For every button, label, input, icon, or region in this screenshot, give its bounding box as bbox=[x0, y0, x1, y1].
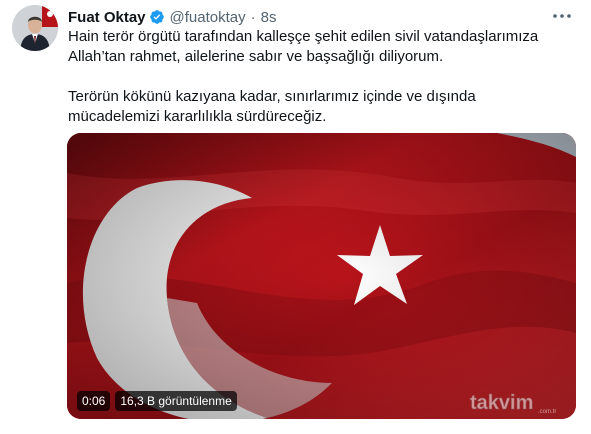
turkish-flag-image bbox=[67, 133, 576, 419]
video-duration: 0:06 bbox=[77, 391, 111, 411]
author-name[interactable]: Fuat Oktay bbox=[68, 9, 146, 26]
svg-text:takvim: takvim bbox=[470, 392, 533, 414]
tweet-text: Hain terör örgütü tarafından kalleşçe şe… bbox=[68, 27, 568, 127]
separator-dot: · bbox=[250, 8, 256, 26]
author-avatar[interactable] bbox=[12, 5, 58, 51]
video-player[interactable]: 0:06 16,3 B görüntülenme takvim .com.tr bbox=[67, 133, 576, 419]
tweet-header: Fuat Oktay @fuatoktay · 8s bbox=[68, 7, 276, 27]
takvim-watermark: takvim .com.tr bbox=[466, 389, 574, 417]
more-icon[interactable] bbox=[551, 8, 573, 24]
avatar-image bbox=[12, 5, 58, 51]
tweet-card[interactable]: Fuat Oktay @fuatoktay · 8s Hain terör ör… bbox=[0, 0, 591, 434]
tweet-paragraph-2: Terörün kökünü kazıyana kadar, sınırları… bbox=[68, 88, 476, 125]
svg-text:.com.tr: .com.tr bbox=[538, 409, 556, 415]
tweet-actions-area bbox=[0, 424, 591, 434]
tweet-timestamp[interactable]: 8s bbox=[261, 9, 277, 26]
verified-badge-icon bbox=[149, 9, 165, 25]
video-badges: 0:06 16,3 B görüntülenme bbox=[77, 391, 237, 411]
author-handle[interactable]: @fuatoktay bbox=[170, 9, 246, 26]
tweet-paragraph-1: Hain terör örgütü tarafından kalleşçe şe… bbox=[68, 28, 539, 65]
video-view-count: 16,3 B görüntülenme bbox=[115, 391, 237, 411]
